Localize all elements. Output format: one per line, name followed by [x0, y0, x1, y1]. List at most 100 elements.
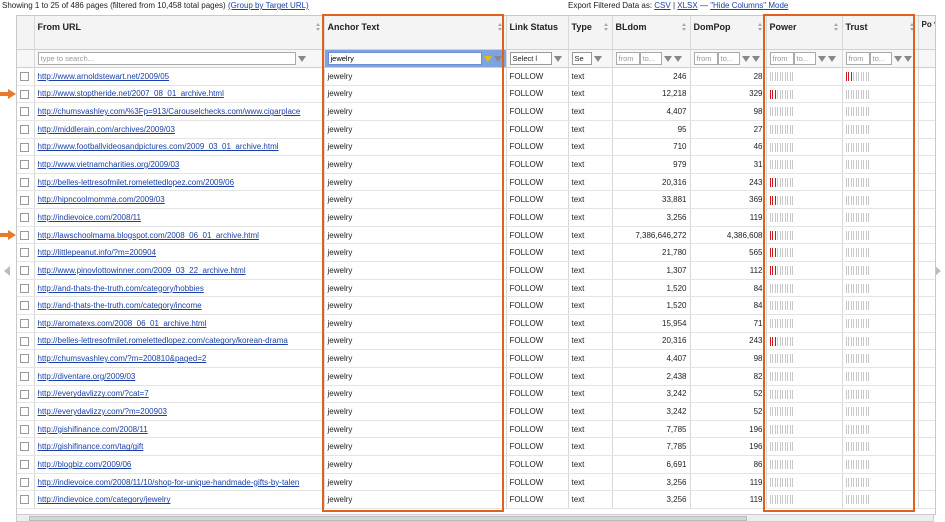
row-checkbox[interactable] — [20, 213, 29, 223]
row-checkbox[interactable] — [20, 407, 29, 417]
from-url-link[interactable]: http://and-thats-the-truth.com/category/… — [38, 301, 202, 310]
from-url-link[interactable]: http://www.footballvideosandpictures.com… — [38, 142, 279, 151]
from-url-link[interactable]: http://indievoice.com/2008/11 — [38, 213, 141, 222]
row-checkbox[interactable] — [20, 160, 29, 170]
row-checkbox[interactable] — [20, 266, 29, 276]
trust-bar — [845, 142, 871, 152]
row-checkbox[interactable] — [20, 283, 29, 293]
from-url-link[interactable]: http://gishifinance.com/tag/gift — [38, 442, 144, 451]
filter-icon[interactable] — [663, 55, 672, 62]
from-url-link[interactable]: http://www.pinovlottowinner.com/2009_03_… — [38, 266, 246, 275]
from-url-link[interactable]: http://and-thats-the-truth.com/category/… — [38, 284, 204, 293]
from-url-link[interactable]: http://aromatexs.com/2008_06_01_archive.… — [38, 319, 207, 328]
sort-icon[interactable] — [757, 23, 762, 31]
from-url-link[interactable]: http://lawschoolmama.blogspot.com/2008_0… — [38, 231, 259, 240]
row-checkbox[interactable] — [20, 460, 29, 470]
row-checkbox[interactable] — [20, 89, 29, 99]
from-url-link[interactable]: http://belles-lettresofmilet.romelettedl… — [38, 336, 288, 345]
horizontal-scrollbar[interactable] — [16, 514, 934, 522]
from-url-link[interactable]: http://www.vietnamcharities.org/2009/03 — [38, 160, 180, 169]
scrollbar-thumb[interactable] — [29, 516, 747, 521]
group-by-target-link[interactable]: (Group by Target URL) — [228, 1, 309, 10]
sort-icon[interactable] — [315, 23, 320, 31]
header-extra[interactable]: Po * T — [918, 16, 935, 50]
row-checkbox[interactable] — [20, 389, 29, 399]
row-checkbox[interactable] — [20, 354, 29, 364]
header-bldom[interactable]: BLdom — [612, 16, 691, 50]
clear-filter-icon[interactable] — [493, 55, 502, 62]
anchor-filter-input[interactable]: jewelry — [327, 52, 482, 65]
header-trust[interactable]: Trust — [842, 16, 919, 50]
from-url-link[interactable]: http://hipncoolmomma.com/2009/03 — [38, 195, 165, 204]
filter-icon[interactable] — [297, 55, 306, 62]
filter-icon[interactable] — [827, 55, 836, 62]
dompop-to-input[interactable]: to... — [717, 52, 740, 65]
from-url-link[interactable]: http://everydavlizzy.com/?cat=7 — [38, 389, 149, 398]
row-checkbox[interactable] — [20, 495, 29, 505]
export-xlsx-link[interactable]: XLSX — [677, 1, 697, 10]
filter-icon[interactable] — [903, 55, 912, 62]
sort-icon[interactable] — [497, 23, 502, 31]
filter-icon[interactable] — [673, 55, 682, 62]
from-url-link[interactable]: http://diventare.org/2009/03 — [38, 372, 136, 381]
row-checkbox[interactable] — [20, 336, 29, 346]
filter-active-icon[interactable] — [483, 55, 492, 62]
row-checkbox[interactable] — [20, 142, 29, 152]
sort-icon[interactable] — [909, 23, 914, 31]
from-url-link[interactable]: http://indievoice.com/category/jewelry — [38, 495, 171, 504]
header-link-status[interactable]: Link Status — [506, 16, 569, 50]
row-checkbox[interactable] — [20, 248, 29, 258]
row-checkbox[interactable] — [20, 318, 29, 328]
export-csv-link[interactable]: CSV — [654, 1, 670, 10]
from-url-link[interactable]: http://www.arnoldstewart.net/2009/05 — [38, 72, 170, 81]
filter-icon[interactable] — [751, 55, 760, 62]
dompop-from-input[interactable]: from — [693, 52, 718, 65]
header-power[interactable]: Power — [766, 16, 843, 50]
row-checkbox[interactable] — [20, 424, 29, 434]
row-checkbox[interactable] — [20, 371, 29, 381]
from-url-link[interactable]: http://gishifinance.com/2008/11 — [38, 425, 148, 434]
row-checkbox[interactable] — [20, 177, 29, 187]
filter-icon[interactable] — [741, 55, 750, 62]
type-select[interactable]: Se — [571, 52, 592, 65]
header-anchor-text[interactable]: Anchor Text — [324, 16, 507, 50]
sort-icon[interactable] — [603, 23, 608, 31]
row-checkbox[interactable] — [20, 124, 29, 134]
sort-icon[interactable] — [833, 23, 838, 31]
row-checkbox[interactable] — [20, 107, 29, 117]
from-url-link[interactable]: http://chumsvashley.com/%3Fp=913/Carouse… — [38, 107, 301, 116]
filter-icon[interactable] — [553, 55, 562, 62]
trust-to-input[interactable]: to... — [869, 52, 892, 65]
row-checkbox[interactable] — [20, 477, 29, 487]
filter-icon[interactable] — [817, 55, 826, 62]
from-url-link[interactable]: http://littlepeanut.info/?m=200904 — [38, 248, 157, 257]
power-from-input[interactable]: from — [769, 52, 794, 65]
from-url-link[interactable]: http://chumsvashley.com/?m=200810&paged=… — [38, 354, 207, 363]
link-status-select[interactable]: Select l — [509, 52, 552, 65]
header-type[interactable]: Type — [568, 16, 613, 50]
from-url-link[interactable]: http://everydavlizzy.com/?m=200903 — [38, 407, 167, 416]
row-checkbox[interactable] — [20, 195, 29, 205]
row-checkbox[interactable] — [20, 230, 29, 240]
row-checkbox[interactable] — [20, 442, 29, 452]
from-url-link[interactable]: http://middlerain.com/archives/2009/03 — [38, 125, 175, 134]
filter-icon[interactable] — [593, 55, 602, 62]
from-url-link[interactable]: http://indievoice.com/2008/11/10/shop-fo… — [38, 478, 300, 487]
bldom-from-input[interactable]: from — [615, 52, 640, 65]
header-dompop[interactable]: DomPop — [690, 16, 767, 50]
sort-icon[interactable] — [681, 23, 686, 31]
scroll-left-icon[interactable] — [4, 266, 10, 276]
bldom-to-input[interactable]: to... — [639, 52, 662, 65]
header-from-url[interactable]: From URL — [34, 16, 325, 50]
from-url-link[interactable]: http://belles-lettresofmilet.romelettedl… — [38, 178, 235, 187]
trust-from-input[interactable]: from — [845, 52, 870, 65]
table-row: http://everydavlizzy.com/?cat=7 jewelry FO… — [17, 385, 935, 404]
url-search-input[interactable]: type to search... — [37, 52, 296, 65]
hide-columns-link[interactable]: "Hide Columns" Mode — [710, 1, 788, 10]
filter-icon[interactable] — [893, 55, 902, 62]
row-checkbox[interactable] — [20, 72, 29, 82]
from-url-link[interactable]: http://blogbiz.com/2009/06 — [38, 460, 132, 469]
from-url-link[interactable]: http://www.stoptheride.net/2007_08_01_ar… — [38, 89, 224, 98]
row-checkbox[interactable] — [20, 301, 29, 311]
power-to-input[interactable]: to... — [793, 52, 816, 65]
